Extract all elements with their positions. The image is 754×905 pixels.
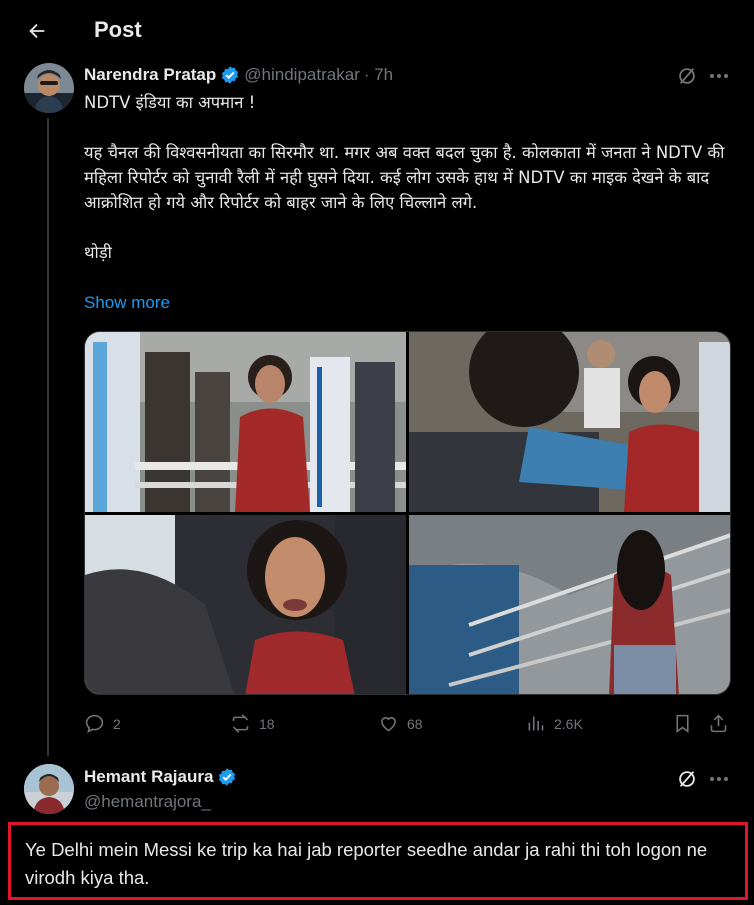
tweet-paragraph: यह चैनल की विश्वसनीयता का सिरमौर था. मगर… bbox=[84, 143, 725, 212]
views-button[interactable]: 2.6K bbox=[525, 713, 583, 734]
avatar[interactable] bbox=[24, 63, 74, 113]
bookmark-icon bbox=[676, 714, 689, 733]
reply-handle-row: @hemantrajora_ bbox=[84, 792, 211, 812]
media-image-3[interactable] bbox=[85, 514, 406, 694]
grok-icon[interactable] bbox=[676, 65, 698, 87]
heart-icon bbox=[381, 717, 396, 732]
tweet-paragraph: थोड़ी bbox=[84, 243, 112, 262]
reply-avatar[interactable] bbox=[24, 764, 74, 814]
like-button[interactable]: 68 bbox=[378, 713, 423, 734]
media-image-1[interactable] bbox=[85, 332, 406, 512]
media-image-2[interactable] bbox=[409, 332, 730, 512]
more-options-icon[interactable] bbox=[708, 65, 730, 87]
thread-line bbox=[47, 118, 49, 756]
reply-icon bbox=[85, 714, 104, 733]
media-image-4[interactable] bbox=[409, 514, 730, 694]
top-bar: Post bbox=[0, 0, 754, 62]
views-icon bbox=[528, 716, 544, 731]
reply-count: 2 bbox=[113, 715, 121, 732]
reply-button[interactable]: 2 bbox=[84, 713, 121, 734]
tweet-text: NDTV इंडिया का अपमान ! यह चैनल की विश्वस… bbox=[84, 90, 734, 265]
author-name[interactable]: Narendra Pratap bbox=[84, 65, 216, 85]
view-count: 2.6K bbox=[554, 715, 583, 732]
like-count: 68 bbox=[407, 715, 423, 732]
tweet-paragraph: NDTV इंडिया का अपमान ! bbox=[84, 93, 256, 112]
back-arrow-icon[interactable] bbox=[20, 16, 54, 46]
author-handle[interactable]: @hindipatrakar bbox=[244, 65, 360, 85]
tweet-actions: 2 18 68 2.6K bbox=[84, 710, 734, 738]
tweet-author-row: Narendra Pratap @hindipatrakar · 7h bbox=[84, 65, 393, 85]
verified-badge-icon bbox=[220, 65, 240, 85]
page-title: Post bbox=[94, 17, 142, 42]
repost-icon bbox=[232, 714, 249, 733]
verified-badge-icon bbox=[217, 767, 237, 787]
reply-author-row: Hemant Rajaura bbox=[84, 767, 237, 787]
grok-icon[interactable] bbox=[676, 768, 698, 790]
repost-count: 18 bbox=[259, 715, 275, 732]
reply-author-handle[interactable]: @hemantrajora_ bbox=[84, 792, 211, 812]
reply-text: Ye Delhi mein Messi ke trip ka hai jab r… bbox=[25, 839, 708, 888]
bookmark-button[interactable] bbox=[672, 713, 693, 734]
reply-author-name[interactable]: Hemant Rajaura bbox=[84, 767, 213, 787]
share-button[interactable] bbox=[708, 713, 729, 734]
repost-button[interactable]: 18 bbox=[230, 713, 275, 734]
post-time[interactable]: · 7h bbox=[364, 65, 393, 85]
share-icon bbox=[710, 714, 727, 733]
show-more-link[interactable]: Show more bbox=[84, 293, 170, 313]
media-grid[interactable] bbox=[84, 331, 731, 695]
more-options-icon[interactable] bbox=[708, 768, 730, 790]
